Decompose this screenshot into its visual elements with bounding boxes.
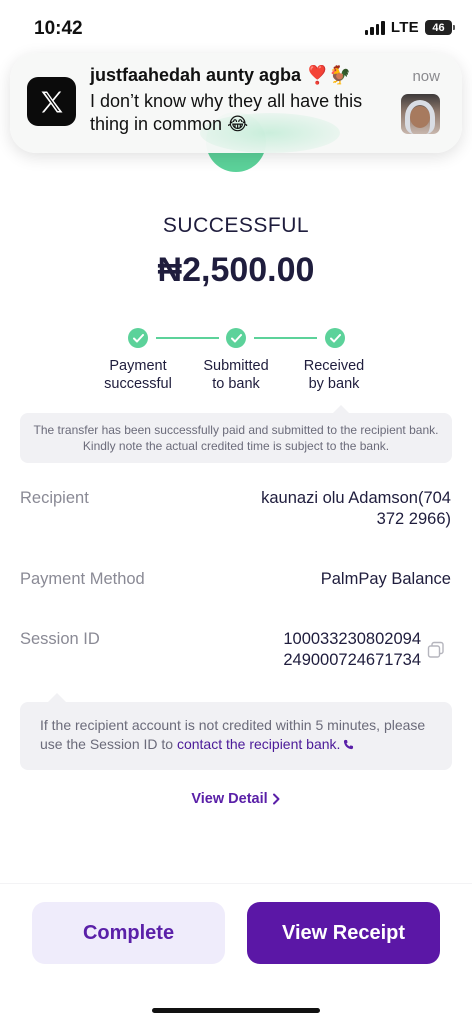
session-id-label: Session ID bbox=[20, 630, 100, 648]
transaction-amount: ₦2,500.00 bbox=[157, 251, 315, 289]
phone-icon[interactable] bbox=[343, 739, 354, 750]
step-submitted-to-bank: Submitted to bank bbox=[203, 358, 269, 392]
payment-method-value: PalmPay Balance bbox=[320, 570, 451, 588]
push-notification[interactable]: justfaahedah aunty agba ❣️🐓 I don’t know… bbox=[10, 53, 462, 153]
payment-method-label: Payment Method bbox=[20, 570, 145, 588]
status-bar: 10:42 LTE 46 bbox=[0, 0, 472, 52]
view-detail-link[interactable]: View Detail bbox=[0, 791, 472, 807]
step-received-by-bank: Received by bank bbox=[303, 358, 365, 392]
status-icons: LTE 46 bbox=[364, 19, 455, 36]
chevron-right-icon bbox=[272, 793, 280, 805]
status-time: 10:42 bbox=[34, 18, 83, 39]
notification-time: now bbox=[412, 68, 440, 85]
complete-button[interactable]: Complete bbox=[32, 902, 225, 964]
step-check-icon bbox=[325, 328, 345, 348]
home-indicator[interactable] bbox=[152, 1008, 320, 1013]
x-app-icon bbox=[27, 77, 76, 126]
battery-level: 46 bbox=[432, 21, 445, 34]
cellular-signal-icon bbox=[364, 20, 385, 35]
copy-icon[interactable] bbox=[427, 641, 445, 659]
recipient-label: Recipient bbox=[20, 489, 89, 507]
step-payment-successful: Payment successful bbox=[104, 358, 172, 392]
step-check-icon bbox=[128, 328, 148, 348]
network-type: LTE bbox=[390, 19, 419, 36]
contact-bank-link[interactable]: contact the recipient bank. bbox=[177, 736, 340, 752]
divider bbox=[0, 883, 472, 884]
notification-body: I don’t know why they all have this thin… bbox=[90, 91, 363, 134]
notification-thumbnail bbox=[401, 94, 440, 134]
transaction-status: SUCCESSFUL bbox=[162, 214, 310, 237]
progress-line bbox=[156, 337, 219, 339]
x-logo-icon bbox=[41, 91, 62, 112]
progress-line bbox=[254, 337, 317, 339]
session-id-note: If the recipient account is not credited… bbox=[20, 693, 452, 770]
step-check-icon bbox=[226, 328, 246, 348]
recipient-value: kaunazi olu Adamson(704 372 2966) bbox=[261, 489, 451, 528]
battery-icon: 46 bbox=[425, 20, 455, 35]
notification-title-emoji: ❣️🐓 bbox=[306, 65, 351, 85]
view-receipt-button[interactable]: View Receipt bbox=[247, 902, 440, 964]
notification-title: justfaahedah aunty agba ❣️🐓 bbox=[90, 65, 351, 85]
transfer-info-note: The transfer has been successfully paid … bbox=[20, 405, 452, 463]
session-id-value: 100033230802094 249000724671734 bbox=[283, 630, 421, 669]
